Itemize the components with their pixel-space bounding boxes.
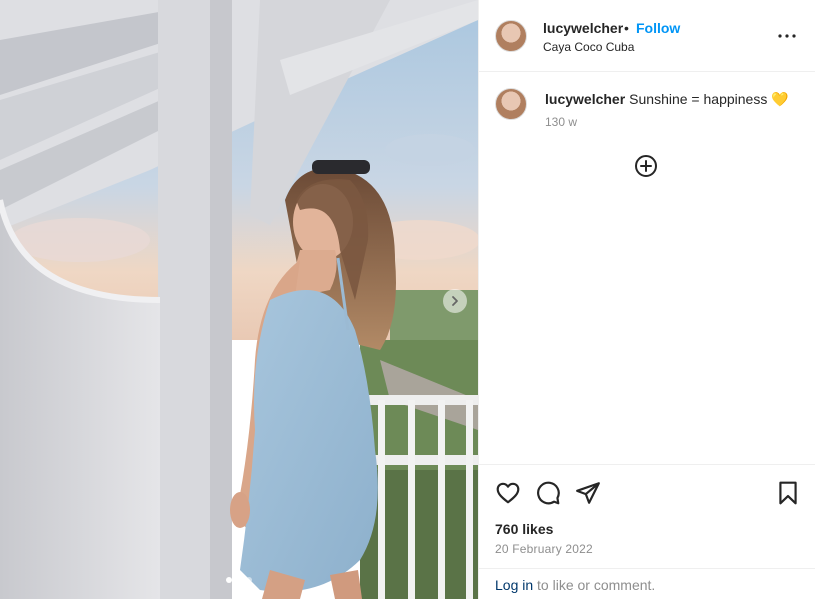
- login-prompt-text: to like or comment.: [533, 577, 656, 593]
- post-date: 20 February 2022: [495, 542, 593, 556]
- likes-count[interactable]: 760 likes: [495, 521, 553, 537]
- more-horizontal-icon[interactable]: [775, 24, 799, 48]
- heart-emoji: 💛: [771, 91, 789, 107]
- heart-icon[interactable]: [495, 480, 521, 506]
- plus-circle-icon[interactable]: [634, 154, 658, 178]
- post-header: lucywelcher • Follow Caya Coco Cuba: [479, 0, 815, 72]
- post-media[interactable]: [0, 0, 478, 599]
- caption-text: lucywelcher Sunshine = happiness 💛: [545, 91, 789, 108]
- login-link[interactable]: Log in: [495, 577, 533, 593]
- login-prompt: Log in to like or comment.: [479, 568, 815, 599]
- post-side-panel: lucywelcher • Follow Caya Coco Cuba lucy…: [478, 0, 816, 599]
- comment-icon[interactable]: [535, 480, 561, 506]
- header-username[interactable]: lucywelcher: [543, 20, 623, 36]
- avatar[interactable]: [495, 20, 527, 52]
- follow-button[interactable]: Follow: [636, 20, 680, 36]
- avatar[interactable]: [495, 88, 527, 120]
- caption-username[interactable]: lucywelcher: [545, 91, 625, 107]
- carousel-dot: [246, 577, 252, 583]
- instagram-post: lucywelcher • Follow Caya Coco Cuba lucy…: [0, 0, 816, 599]
- carousel-dot: [226, 577, 232, 583]
- caption-body: Sunshine = happiness: [629, 91, 768, 107]
- separator-dot: •: [624, 20, 629, 36]
- bookmark-icon[interactable]: [775, 480, 801, 506]
- next-slide-button[interactable]: [443, 289, 467, 313]
- post-photo: [0, 0, 478, 599]
- location-link[interactable]: Caya Coco Cuba: [543, 40, 634, 54]
- share-icon[interactable]: [575, 480, 601, 506]
- chevron-right-icon: [452, 296, 458, 306]
- carousel-indicators: [226, 577, 252, 583]
- carousel-dot: [236, 577, 242, 583]
- post-actions: 760 likes 20 February 2022: [479, 464, 815, 568]
- caption-timestamp[interactable]: 130 w: [545, 115, 577, 129]
